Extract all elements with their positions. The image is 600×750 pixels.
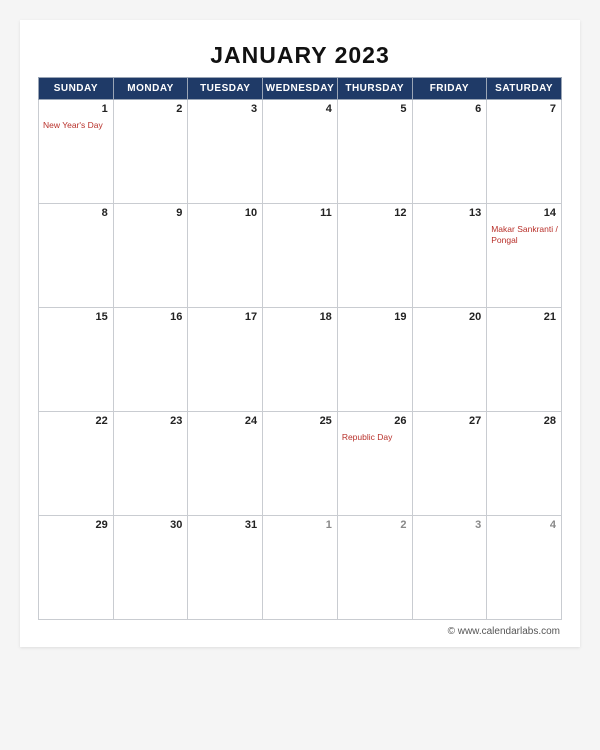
day-cell: 31 (188, 516, 263, 620)
day-cell: 7 (487, 100, 562, 204)
day-cell: 27 (412, 412, 487, 516)
day-number: 1 (326, 519, 332, 531)
day-cell: 1 New Year's Day (39, 100, 114, 204)
day-cell: 24 (188, 412, 263, 516)
day-cell: 20 (412, 308, 487, 412)
calendar-title: JANUARY 2023 (38, 38, 562, 77)
calendar-grid: SUNDAY MONDAY TUESDAY WEDNESDAY THURSDAY… (38, 77, 562, 620)
day-cell: 5 (337, 100, 412, 204)
day-cell: 15 (39, 308, 114, 412)
day-cell: 10 (188, 204, 263, 308)
day-number: 2 (176, 103, 182, 115)
day-cell: 22 (39, 412, 114, 516)
day-number: 19 (394, 311, 406, 323)
day-cell: 4 (487, 516, 562, 620)
day-number: 3 (251, 103, 257, 115)
day-cell: 2 (113, 100, 188, 204)
day-number: 25 (320, 415, 332, 427)
day-number: 26 (394, 415, 406, 427)
day-cell: 30 (113, 516, 188, 620)
day-number: 3 (475, 519, 481, 531)
day-cell: 26 Republic Day (337, 412, 412, 516)
day-cell: 18 (263, 308, 338, 412)
day-header: FRIDAY (412, 78, 487, 100)
day-cell: 12 (337, 204, 412, 308)
day-cell: 6 (412, 100, 487, 204)
day-cell: 9 (113, 204, 188, 308)
footer-credit: © www.calendarlabs.com (38, 620, 562, 637)
day-cell: 4 (263, 100, 338, 204)
day-header: MONDAY (113, 78, 188, 100)
calendar-week: 22 23 24 25 26 Republic Day 27 28 (39, 412, 562, 516)
day-cell: 29 (39, 516, 114, 620)
day-number: 29 (95, 519, 107, 531)
day-number: 7 (550, 103, 556, 115)
day-number: 27 (469, 415, 481, 427)
day-number: 8 (102, 207, 108, 219)
day-number: 20 (469, 311, 481, 323)
day-number: 30 (170, 519, 182, 531)
day-cell: 3 (412, 516, 487, 620)
day-number: 13 (469, 207, 481, 219)
day-header: THURSDAY (337, 78, 412, 100)
day-number: 16 (170, 311, 182, 323)
day-number: 23 (170, 415, 182, 427)
day-number: 21 (544, 311, 556, 323)
calendar-week: 29 30 31 1 2 3 4 (39, 516, 562, 620)
day-header: WEDNESDAY (263, 78, 338, 100)
calendar-page: JANUARY 2023 SUNDAY MONDAY TUESDAY WEDNE… (20, 20, 580, 647)
day-header: TUESDAY (188, 78, 263, 100)
day-number: 24 (245, 415, 257, 427)
calendar-week: 8 9 10 11 12 13 14 Makar Sankranti / Pongal (39, 204, 562, 308)
day-number: 5 (400, 103, 406, 115)
day-number: 4 (326, 103, 332, 115)
day-number: 15 (95, 311, 107, 323)
day-cell: 3 (188, 100, 263, 204)
day-number: 14 (544, 207, 556, 219)
day-number: 28 (544, 415, 556, 427)
day-cell: 8 (39, 204, 114, 308)
day-number: 22 (95, 415, 107, 427)
holiday-note: Republic Day (342, 432, 409, 443)
day-cell: 23 (113, 412, 188, 516)
day-cell: 19 (337, 308, 412, 412)
day-cell: 17 (188, 308, 263, 412)
day-number: 9 (176, 207, 182, 219)
day-cell: 2 (337, 516, 412, 620)
day-cell: 28 (487, 412, 562, 516)
holiday-note: Makar Sankranti / Pongal (491, 224, 558, 245)
day-number: 11 (320, 207, 332, 219)
day-cell: 25 (263, 412, 338, 516)
calendar-week: 15 16 17 18 19 20 21 (39, 308, 562, 412)
day-number: 17 (245, 311, 257, 323)
day-number: 2 (400, 519, 406, 531)
day-header: SATURDAY (487, 78, 562, 100)
day-number: 18 (320, 311, 332, 323)
day-number: 1 (102, 103, 108, 115)
day-number: 4 (550, 519, 556, 531)
day-number: 31 (245, 519, 257, 531)
day-number: 12 (394, 207, 406, 219)
day-cell: 21 (487, 308, 562, 412)
day-cell: 11 (263, 204, 338, 308)
holiday-note: New Year's Day (43, 120, 110, 131)
day-number: 6 (475, 103, 481, 115)
day-cell: 13 (412, 204, 487, 308)
day-header-row: SUNDAY MONDAY TUESDAY WEDNESDAY THURSDAY… (39, 78, 562, 100)
day-header: SUNDAY (39, 78, 114, 100)
day-cell: 16 (113, 308, 188, 412)
day-cell: 1 (263, 516, 338, 620)
calendar-week: 1 New Year's Day 2 3 4 5 6 7 (39, 100, 562, 204)
day-number: 10 (245, 207, 257, 219)
day-cell: 14 Makar Sankranti / Pongal (487, 204, 562, 308)
